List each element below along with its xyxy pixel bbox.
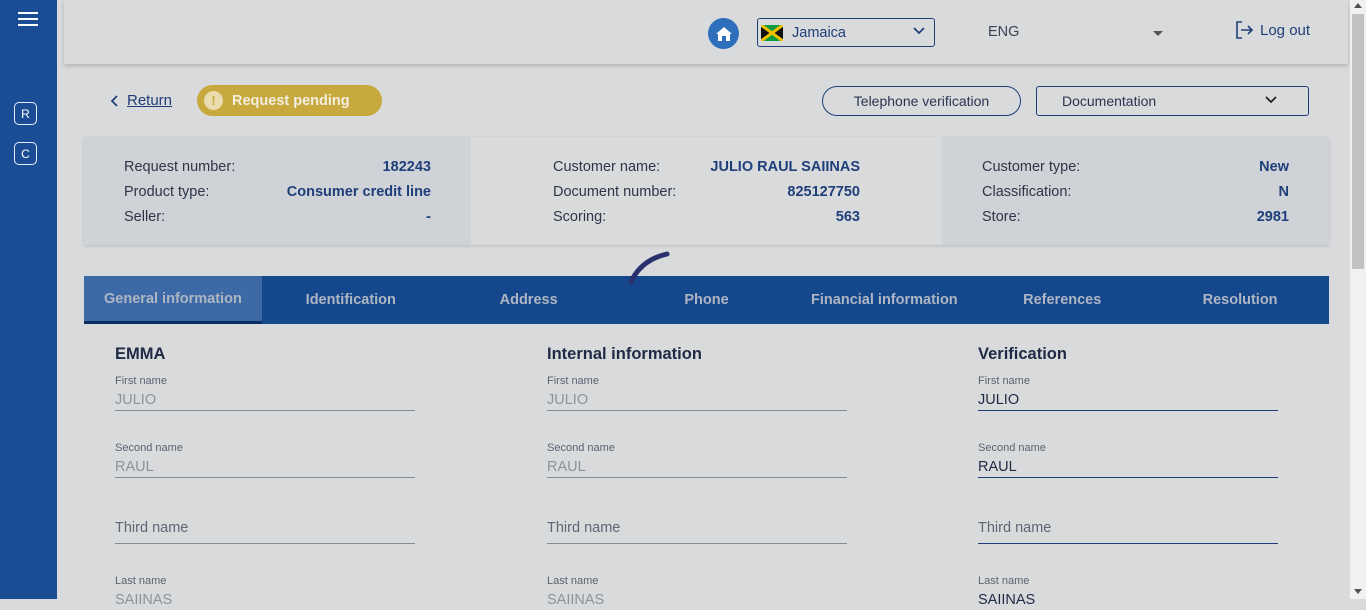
sidebar-button-c[interactable]: C	[14, 142, 37, 165]
second-name-input[interactable]: Second name RAUL	[978, 442, 1278, 478]
scroll-up-arrow-icon[interactable]	[1354, 3, 1362, 8]
first-name-input[interactable]: First name JULIO	[978, 375, 1278, 411]
sidebar-button-r[interactable]: R	[14, 102, 37, 125]
logout-icon	[1236, 21, 1254, 39]
column-verification: Verification First name JULIO Second name…	[978, 345, 1278, 608]
country-select[interactable]: Jamaica	[757, 18, 935, 47]
tab-address[interactable]: Address	[440, 276, 618, 324]
second-name-field[interactable]: Second name RAUL	[115, 442, 415, 478]
second-name-field[interactable]: Second name RAUL	[547, 442, 847, 478]
scroll-down-arrow-icon[interactable]	[1354, 589, 1362, 594]
home-button[interactable]	[708, 18, 739, 49]
status-badge: ! Request pending	[197, 85, 382, 116]
return-link[interactable]: Return	[111, 92, 172, 109]
last-name-field[interactable]: Last name SAIINAS	[547, 575, 847, 610]
caret-down-icon[interactable]	[1153, 31, 1163, 36]
column-title: Internal information	[547, 345, 702, 363]
column-emma: EMMA First name JULIO Second name RAUL Thi…	[115, 345, 415, 608]
documentation-label: Documentation	[1062, 93, 1157, 109]
chevron-down-icon	[913, 27, 925, 35]
third-name-field[interactable]: Third name	[115, 513, 415, 544]
home-icon	[715, 26, 732, 41]
request-summary: Request number: 182243 Product type: Consu…	[84, 137, 1329, 245]
column-title: EMMA	[115, 345, 166, 363]
chevron-left-icon	[111, 94, 118, 107]
third-name-input[interactable]: Third name	[978, 513, 1278, 544]
tab-bar: General information Identification Addre…	[84, 276, 1329, 324]
column-title: Verification	[978, 345, 1067, 363]
tab-financial-information[interactable]: Financial information	[795, 276, 973, 324]
third-name-field[interactable]: Third name	[547, 513, 847, 544]
logout-button[interactable]: Log out	[1234, 20, 1310, 40]
return-label: Return	[127, 92, 173, 109]
first-name-field[interactable]: First name JULIO	[115, 375, 415, 411]
tab-resolution[interactable]: Resolution	[1151, 276, 1329, 324]
chevron-down-icon	[1265, 96, 1277, 104]
jamaica-flag-icon	[761, 24, 783, 41]
warning-icon: !	[204, 91, 223, 110]
logout-label: Log out	[1260, 21, 1311, 39]
menu-icon[interactable]	[18, 12, 38, 26]
tab-general-information[interactable]: General information	[84, 276, 262, 324]
last-name-input[interactable]: Last name SAIINAS	[978, 575, 1278, 610]
sidebar: R C	[0, 0, 57, 599]
loading-spinner-icon	[628, 251, 670, 285]
language-select[interactable]: ENG	[988, 24, 1019, 40]
telephone-verification-button[interactable]: Telephone verification	[822, 86, 1021, 116]
scrollbar-thumb[interactable]	[1352, 14, 1364, 269]
first-name-field[interactable]: First name JULIO	[547, 375, 847, 411]
tab-references[interactable]: References	[973, 276, 1151, 324]
status-label: Request pending	[232, 92, 350, 109]
country-label: Jamaica	[792, 24, 846, 41]
vertical-scrollbar[interactable]	[1350, 0, 1366, 599]
documentation-select[interactable]: Documentation	[1036, 86, 1309, 116]
summary-middle-panel	[471, 137, 942, 245]
tab-identification[interactable]: Identification	[262, 276, 440, 324]
last-name-field[interactable]: Last name SAIINAS	[115, 575, 415, 610]
column-internal-information: Internal information First name JULIO Sec…	[547, 345, 847, 608]
